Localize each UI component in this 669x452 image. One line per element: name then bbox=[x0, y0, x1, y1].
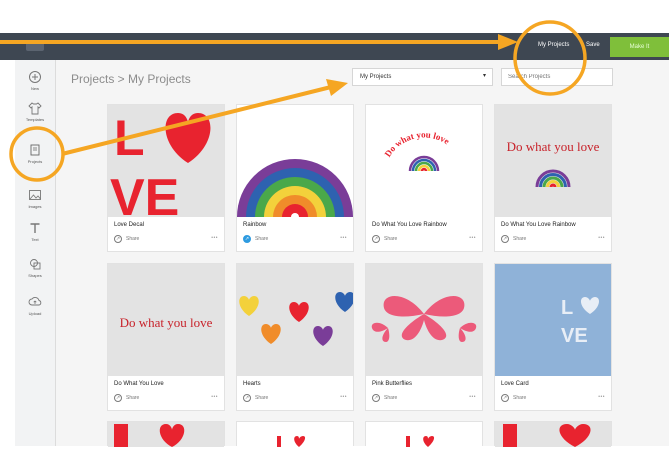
sidebar: New Templates Projects Images Text Shape… bbox=[15, 60, 56, 446]
more-options-icon[interactable]: ••• bbox=[598, 235, 605, 241]
banner-text: Do what you love bbox=[507, 139, 600, 154]
more-options-icon[interactable]: ••• bbox=[598, 394, 605, 400]
share-label: Share bbox=[384, 395, 398, 401]
project-thumbnail: Do what you love bbox=[495, 105, 611, 217]
project-card[interactable] bbox=[494, 421, 612, 447]
sidebar-item-label: Text bbox=[31, 237, 39, 242]
project-title: Do What You Love Rainbow bbox=[501, 222, 576, 228]
more-options-icon[interactable]: ••• bbox=[211, 235, 218, 241]
share-label: Share bbox=[255, 395, 269, 401]
share-label: Share bbox=[126, 236, 140, 242]
project-thumbnail: L VE bbox=[108, 105, 224, 217]
sidebar-item-images[interactable]: Images bbox=[15, 188, 55, 209]
sidebar-item-label: New bbox=[30, 86, 39, 91]
my-projects-link[interactable]: My Projects bbox=[538, 42, 569, 48]
share-icon: ↗ bbox=[372, 235, 380, 243]
card-text-l: L bbox=[561, 297, 573, 319]
decal-l: L bbox=[114, 110, 145, 166]
projects-icon bbox=[30, 144, 40, 156]
project-card[interactable]: Pink Butterflies ↗ Share ••• bbox=[365, 263, 483, 411]
sidebar-item-projects[interactable]: Projects bbox=[15, 143, 55, 164]
project-title: Love Card bbox=[501, 381, 529, 387]
share-label: Share bbox=[384, 236, 398, 242]
dropdown-value: My Projects bbox=[360, 74, 392, 80]
project-thumbnail: Do what you love bbox=[366, 105, 482, 217]
banner-text: Do what you love bbox=[120, 315, 213, 330]
more-options-icon[interactable]: ••• bbox=[340, 394, 347, 400]
card-text-ve: VE bbox=[561, 325, 588, 347]
project-thumbnail bbox=[108, 422, 224, 447]
sidebar-item-label: Shapes bbox=[28, 273, 42, 278]
share-label: Share bbox=[255, 236, 269, 242]
image-icon bbox=[29, 190, 41, 200]
share-icon: ↗ bbox=[243, 394, 251, 402]
share-label: Share bbox=[126, 395, 140, 401]
shirt-icon bbox=[28, 102, 42, 115]
sidebar-item-upload[interactable]: Upload bbox=[15, 295, 55, 316]
more-options-icon[interactable]: ••• bbox=[340, 235, 347, 241]
upload-icon bbox=[28, 297, 42, 306]
shapes-icon bbox=[30, 259, 41, 270]
sidebar-item-text[interactable]: Text bbox=[15, 221, 55, 242]
project-title: Do What You Love Rainbow bbox=[372, 222, 447, 228]
plus-circle-icon bbox=[29, 71, 41, 83]
menu-icon[interactable] bbox=[26, 41, 44, 51]
project-card[interactable] bbox=[236, 421, 354, 447]
project-title: Hearts bbox=[243, 381, 261, 387]
share-label: Share bbox=[513, 236, 527, 242]
project-card[interactable]: L VE Love Decal ↗ Share ••• bbox=[107, 104, 225, 252]
share-icon: ↗ bbox=[114, 235, 122, 243]
chevron-down-icon: ▾ bbox=[482, 73, 486, 79]
project-card[interactable]: Hearts ↗ Share ••• bbox=[236, 263, 354, 411]
project-thumbnail bbox=[237, 264, 353, 376]
sidebar-item-label: Templates bbox=[25, 117, 45, 122]
project-card[interactable] bbox=[107, 421, 225, 447]
more-options-icon[interactable]: ••• bbox=[211, 394, 218, 400]
project-thumbnail bbox=[237, 422, 353, 447]
project-card[interactable]: Do what you love Do What You Love ↗ Share… bbox=[107, 263, 225, 411]
share-icon: ↗ bbox=[243, 235, 251, 243]
project-thumbnail bbox=[366, 422, 482, 447]
project-filter-dropdown[interactable]: My Projects ▾ bbox=[352, 68, 493, 86]
project-title: Pink Butterflies bbox=[372, 381, 413, 387]
project-card[interactable]: Do what you love Do What You Love Rainbo… bbox=[365, 104, 483, 252]
project-thumbnail: L VE bbox=[495, 264, 611, 376]
sidebar-item-label: Upload bbox=[28, 311, 42, 316]
share-label: Share bbox=[513, 395, 527, 401]
share-icon: ↗ bbox=[501, 235, 509, 243]
project-title: Rainbow bbox=[243, 222, 267, 228]
sidebar-item-label: Projects bbox=[27, 159, 43, 164]
project-title: Do What You Love bbox=[114, 381, 164, 387]
project-card[interactable]: Rainbow ↗ Share ••• bbox=[236, 104, 354, 252]
sidebar-item-shapes[interactable]: Shapes bbox=[15, 257, 55, 278]
share-icon: ↗ bbox=[114, 394, 122, 402]
project-card[interactable]: L VE Love Card ↗ Share ••• bbox=[494, 263, 612, 411]
sidebar-item-templates[interactable]: Templates bbox=[15, 101, 55, 122]
project-thumbnail bbox=[237, 105, 353, 217]
project-card[interactable] bbox=[365, 421, 483, 447]
breadcrumb[interactable]: Projects > My Projects bbox=[71, 72, 191, 86]
top-bar: My Projects Save Make It bbox=[0, 33, 669, 60]
share-icon: ↗ bbox=[501, 394, 509, 402]
project-thumbnail: Do what you love bbox=[108, 264, 224, 376]
sidebar-item-label: Images bbox=[28, 204, 42, 209]
save-button[interactable]: Save bbox=[586, 42, 600, 48]
project-thumbnail bbox=[366, 264, 482, 376]
search-input[interactable] bbox=[501, 68, 613, 86]
project-title: Love Decal bbox=[114, 222, 145, 228]
text-icon bbox=[30, 223, 40, 233]
project-thumbnail bbox=[495, 422, 611, 447]
share-icon: ↗ bbox=[372, 394, 380, 402]
project-card[interactable]: Do what you love Do What You Love Rainbo… bbox=[494, 104, 612, 252]
more-options-icon[interactable]: ••• bbox=[469, 235, 476, 241]
more-options-icon[interactable]: ••• bbox=[469, 394, 476, 400]
make-it-button[interactable]: Make It bbox=[610, 37, 669, 57]
sidebar-item-new[interactable]: New bbox=[15, 70, 55, 91]
decal-ve: VE bbox=[110, 169, 179, 217]
